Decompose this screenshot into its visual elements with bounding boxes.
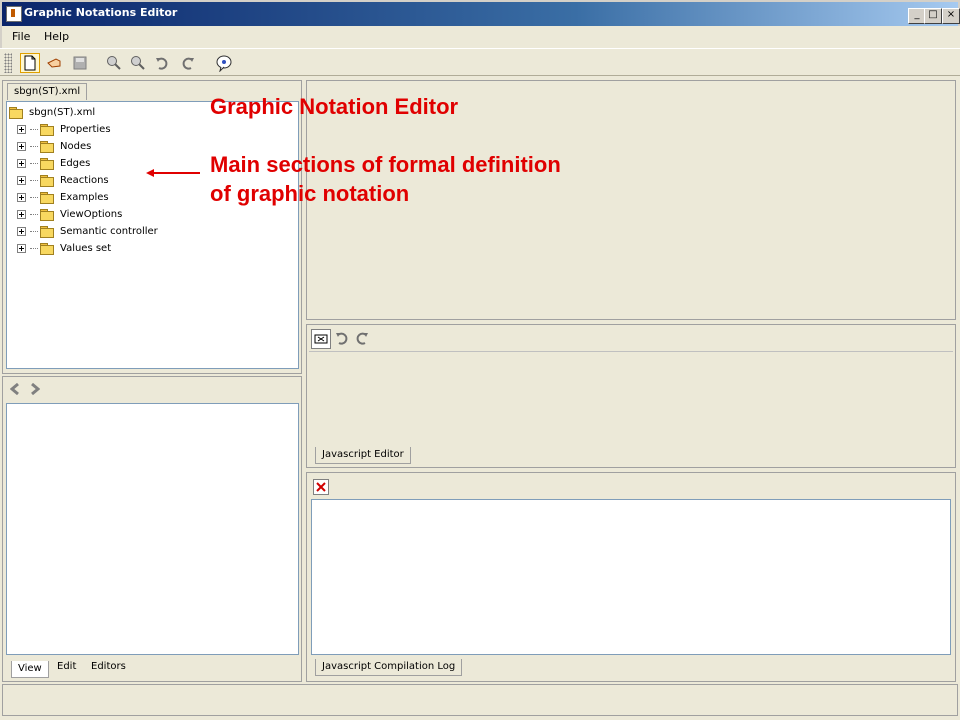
expand-icon[interactable] (17, 243, 26, 253)
tree-item-label: Properties (60, 123, 111, 135)
folder-icon (40, 208, 54, 221)
redo-icon[interactable] (178, 53, 198, 73)
tab-editors[interactable]: Editors (85, 659, 132, 675)
js-editor-toolbar (311, 329, 371, 349)
tree-item-label: Nodes (60, 140, 92, 152)
tree-item-nodes[interactable]: Nodes (17, 138, 91, 154)
js-log-panel: Javascript Compilation Log (306, 472, 956, 682)
java-app-icon (6, 6, 22, 22)
tab-edit[interactable]: Edit (51, 659, 82, 675)
tab-javascript-editor[interactable]: Javascript Editor (315, 447, 411, 464)
redo-icon[interactable] (353, 329, 371, 347)
tree-item-viewoptions[interactable]: ViewOptions (17, 206, 122, 222)
folder-icon (40, 123, 54, 136)
expand-icon[interactable] (17, 226, 26, 236)
expand-icon[interactable] (17, 209, 26, 219)
tree-root-label: sbgn(ST).xml (29, 106, 96, 118)
properties-view[interactable] (6, 403, 299, 655)
annotation-title: Graphic Notation Editor (210, 94, 459, 119)
expand-icon[interactable] (17, 141, 26, 151)
tree-item-reactions[interactable]: Reactions (17, 172, 109, 188)
folder-icon (40, 174, 54, 187)
menu-bar: File Help (0, 26, 960, 48)
window-title: Graphic Notations Editor (24, 6, 178, 19)
undo-icon[interactable] (152, 53, 172, 73)
maximize-button[interactable]: □ (924, 8, 942, 24)
menu-help[interactable]: Help (44, 30, 69, 43)
toolbar (0, 48, 960, 76)
tree-item-semantic-controller[interactable]: Semantic controller (17, 223, 158, 239)
tree-item-label: Semantic controller (60, 225, 158, 237)
folder-icon (40, 242, 54, 255)
annotation-line-2: of graphic notation (210, 181, 410, 206)
folder-icon (40, 191, 54, 204)
menu-file[interactable]: File (12, 30, 30, 43)
tree-panel: sbgn(ST).xml sbgn(ST).xml Properties Nod… (2, 80, 302, 374)
tree-item-label: Examples (60, 191, 109, 203)
tree-item-label: Edges (60, 157, 91, 169)
tab-sbgn-file[interactable]: sbgn(ST).xml (7, 83, 88, 100)
info-icon[interactable] (214, 53, 234, 73)
folder-icon (40, 157, 54, 170)
tab-view[interactable]: View (11, 661, 49, 678)
expand-icon[interactable] (17, 192, 26, 202)
js-editor-panel: Javascript Editor (306, 324, 956, 468)
status-bar (2, 684, 958, 716)
run-script-icon[interactable] (311, 329, 331, 349)
tree-item-label: Values set (60, 242, 112, 254)
title-bar: Graphic Notations Editor _ □ × (0, 0, 960, 26)
open-icon[interactable] (44, 53, 64, 73)
tree-item-properties[interactable]: Properties (17, 121, 111, 137)
zoom-in-icon[interactable] (104, 53, 124, 73)
undo-icon[interactable] (333, 329, 351, 347)
tree-item-label: Reactions (60, 174, 109, 186)
tab-javascript-compilation-log[interactable]: Javascript Compilation Log (315, 659, 463, 676)
nav-buttons (7, 381, 45, 399)
tree-item-values-set[interactable]: Values set (17, 240, 111, 256)
tree-view[interactable]: sbgn(ST).xml Properties Nodes Edges Reac… (6, 101, 299, 369)
forward-arrow-icon[interactable] (27, 381, 43, 397)
clear-log-icon[interactable] (313, 479, 329, 495)
tree-item-label: ViewOptions (60, 208, 123, 220)
expand-icon[interactable] (17, 158, 26, 168)
js-editor-area[interactable] (309, 351, 953, 445)
close-button[interactable]: × (942, 8, 960, 24)
expand-icon[interactable] (17, 175, 26, 185)
tree-root[interactable]: sbgn(ST).xml (9, 104, 95, 120)
annotation-line-1: Main sections of formal definition (210, 152, 561, 177)
properties-panel: View Edit Editors (2, 376, 302, 682)
expand-icon[interactable] (17, 124, 26, 134)
toolbar-grip[interactable] (4, 53, 12, 73)
back-arrow-icon[interactable] (7, 381, 23, 397)
new-file-icon[interactable] (20, 53, 40, 73)
tree-item-examples[interactable]: Examples (17, 189, 109, 205)
folder-icon (40, 225, 54, 238)
tree-item-edges[interactable]: Edges (17, 155, 90, 171)
open-folder-icon (9, 106, 23, 119)
save-icon[interactable] (70, 53, 90, 73)
annotation-arrow-icon (146, 169, 200, 177)
js-log-view[interactable] (311, 499, 951, 655)
folder-icon (40, 140, 54, 153)
zoom-out-icon[interactable] (128, 53, 148, 73)
